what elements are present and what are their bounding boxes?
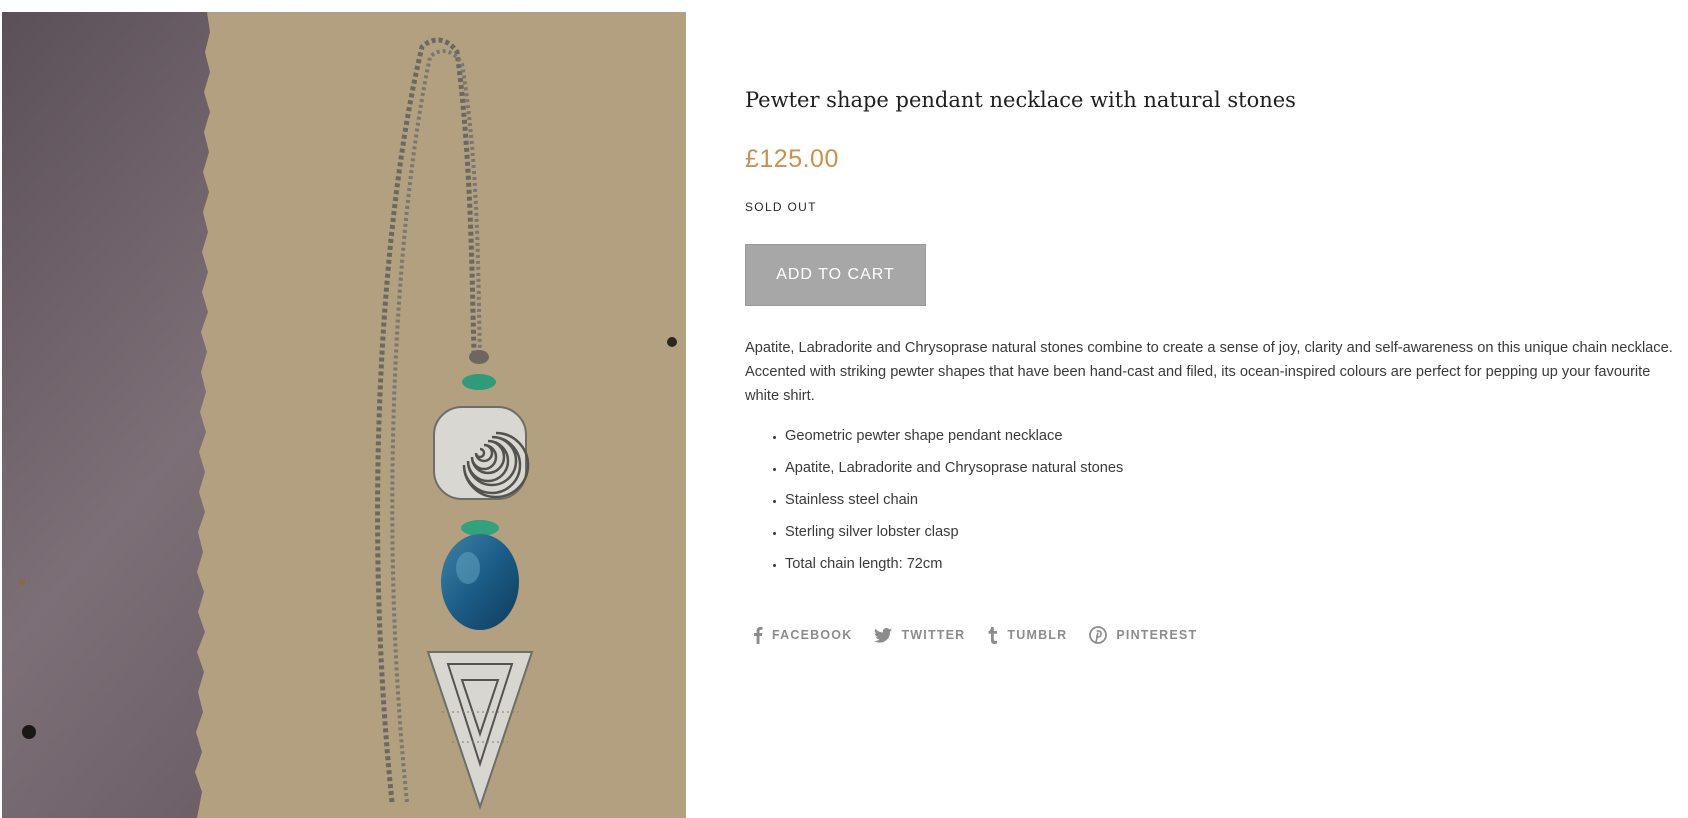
feature-item: Sterling silver lobster clasp	[785, 520, 1123, 552]
facebook-icon	[754, 627, 763, 644]
feature-item: Total chain length: 72cm	[785, 552, 1123, 584]
feature-list: Geometric pewter shape pendant necklace …	[745, 424, 1123, 584]
share-facebook-link[interactable]: FACEBOOK	[753, 626, 852, 644]
pinterest-icon	[1089, 626, 1108, 644]
add-to-cart-button[interactable]: ADD TO CART	[745, 244, 926, 306]
share-twitter-link[interactable]: TWITTER	[874, 626, 965, 644]
stock-status: SOLD OUT	[745, 200, 817, 214]
share-twitter-label: TWITTER	[901, 628, 966, 642]
feature-item: Apatite, Labradorite and Chrysoprase nat…	[785, 456, 1123, 488]
product-title: Pewter shape pendant necklace with natur…	[745, 88, 1296, 112]
share-facebook-label: FACEBOOK	[772, 628, 853, 642]
feature-item: Geometric pewter shape pendant necklace	[785, 424, 1123, 456]
product-description: Apatite, Labradorite and Chrysoprase nat…	[745, 340, 1673, 404]
necklace-photo	[2, 12, 686, 818]
share-pinterest-link[interactable]: PINTEREST	[1089, 626, 1197, 644]
share-pinterest-label: PINTEREST	[1116, 628, 1198, 642]
share-tumblr-label: TUMBLR	[1007, 628, 1068, 642]
tumblr-icon	[988, 626, 998, 644]
twitter-icon	[874, 627, 893, 643]
feature-item: Stainless steel chain	[785, 488, 1123, 520]
product-image[interactable]	[2, 12, 686, 818]
product-price: £125.00	[745, 145, 839, 173]
share-tumblr-link[interactable]: TUMBLR	[987, 626, 1067, 644]
share-links: FACEBOOK TWITTER TUMBLR PINTEREST	[753, 626, 1197, 644]
